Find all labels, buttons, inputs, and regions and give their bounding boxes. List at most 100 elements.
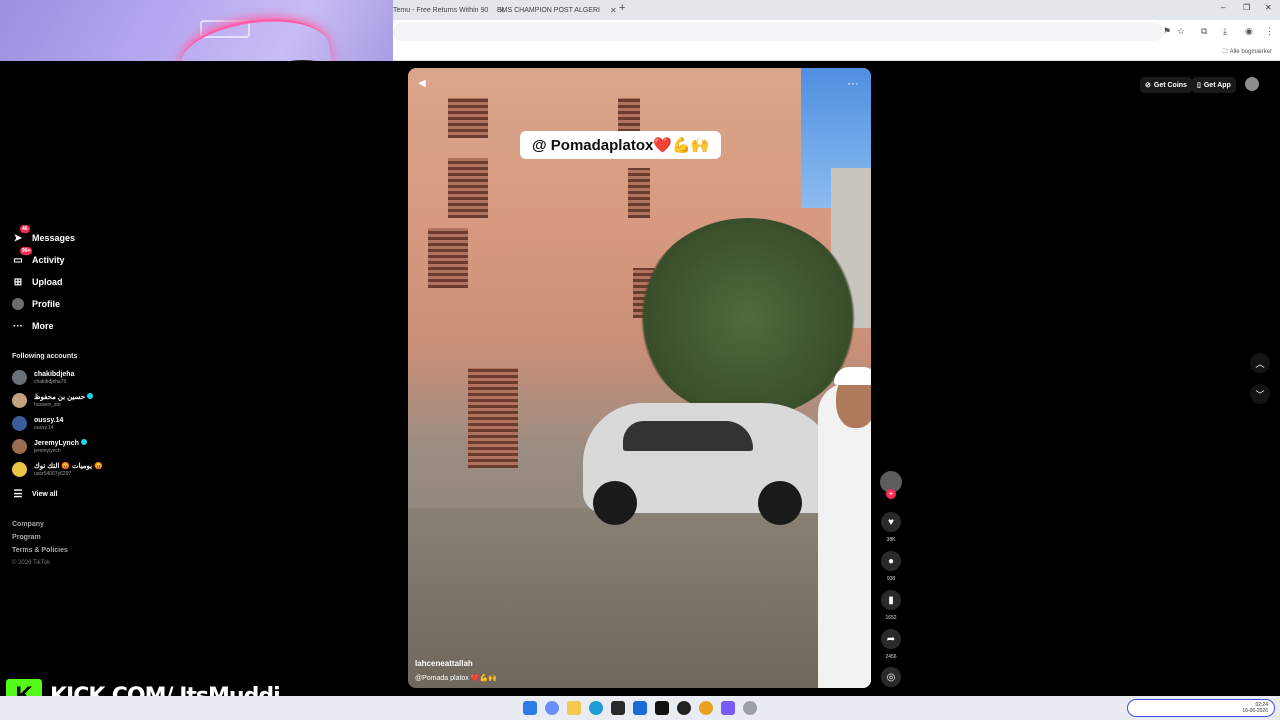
maximize-icon[interactable]: ❐ bbox=[1243, 3, 1250, 12]
account-handle: user54067y6297 bbox=[34, 470, 72, 477]
footer-program[interactable]: Program bbox=[12, 534, 41, 541]
get-coins-button[interactable]: ⊘ Get Coins bbox=[1140, 77, 1192, 93]
system-tray[interactable]: 02:24 16-06-2026 bbox=[1127, 699, 1275, 717]
video-player[interactable]: @ Pomadaplatox❤️💪🙌 ◀ ··· lahceneattallah… bbox=[408, 68, 871, 688]
more-options-icon[interactable]: ··· bbox=[847, 76, 859, 90]
account-name: JeremyLynch bbox=[34, 440, 79, 447]
user-avatar[interactable] bbox=[1245, 77, 1259, 91]
tab-ems[interactable]: EMS CHAMPION POST ALGERI ✕ bbox=[497, 3, 617, 18]
mail-icon[interactable] bbox=[633, 701, 647, 715]
man-cap bbox=[834, 367, 871, 385]
download-icon[interactable]: ⤓ bbox=[1223, 26, 1227, 37]
footer-terms[interactable]: Terms & Policies bbox=[12, 547, 68, 554]
following-account[interactable]: يوميات 😡 التك توك 😡 user54067y6297 bbox=[12, 462, 103, 477]
following-account[interactable]: chakibdjeha chakibdjeha79 bbox=[12, 370, 74, 385]
following-account[interactable]: JeremyLynch jeremylynch bbox=[12, 439, 87, 454]
sidebar-item-label: Activity bbox=[32, 255, 65, 265]
dots-icon: ··· bbox=[13, 320, 23, 332]
messages-badge: 46 bbox=[20, 225, 30, 233]
account-name: يوميات 😡 التك توك 😡 bbox=[34, 462, 103, 470]
browser-toolbar: ⚑ ☆ ⧉ ⤓ ◉ ⋮ bbox=[393, 20, 1280, 44]
chrome-icon[interactable] bbox=[699, 701, 713, 715]
music-disc[interactable]: ◎ bbox=[878, 667, 904, 687]
list-icon: ☰ bbox=[13, 488, 23, 500]
sidebar-item-profile[interactable]: Profile bbox=[12, 298, 60, 310]
previous-video-button[interactable]: ︿ bbox=[1250, 353, 1270, 373]
next-video-button[interactable]: ﹀ bbox=[1250, 384, 1270, 404]
extensions-icon[interactable]: ⧉ bbox=[1201, 26, 1207, 37]
share-count: 2456 bbox=[885, 654, 897, 660]
coin-icon: ⊘ bbox=[1145, 82, 1151, 89]
sidebar-item-activity[interactable]: ▭ 99+ Activity bbox=[12, 247, 65, 266]
following-account[interactable]: حسين بن محفوظ hussein_sm bbox=[12, 393, 94, 408]
sound-icon[interactable]: ◀ bbox=[418, 78, 426, 89]
account-name: حسين بن محفوظ bbox=[34, 394, 86, 401]
sidebar-item-more[interactable]: ··· More bbox=[12, 320, 54, 332]
footer-company[interactable]: Company bbox=[12, 521, 44, 528]
avatar bbox=[12, 370, 27, 385]
building-window bbox=[448, 158, 488, 218]
close-window-icon[interactable]: ✕ bbox=[1265, 3, 1272, 12]
sidebar-item-label: Upload bbox=[32, 277, 63, 287]
save-button[interactable]: ▮ 1652 bbox=[878, 590, 904, 621]
edge-icon[interactable] bbox=[589, 701, 603, 715]
music-disc-icon: ◎ bbox=[881, 667, 901, 687]
follow-plus-icon[interactable]: + bbox=[886, 489, 896, 499]
profile-icon[interactable]: ◉ bbox=[1245, 26, 1253, 37]
discord-icon[interactable] bbox=[721, 701, 735, 715]
avatar-icon bbox=[12, 298, 24, 310]
app-icon[interactable] bbox=[677, 701, 691, 715]
tab-temu[interactable]: Temu - Free Returns Within 90 ✕ bbox=[393, 3, 505, 18]
plus-square-icon: ⊞ bbox=[13, 276, 23, 288]
avatar bbox=[12, 416, 27, 431]
start-icon[interactable] bbox=[523, 701, 537, 715]
sidebar-item-upload[interactable]: ⊞ Upload bbox=[12, 276, 63, 288]
account-handle: chakibdjeha79 bbox=[34, 378, 67, 385]
video-author[interactable]: lahceneattallah bbox=[415, 659, 473, 668]
store-icon[interactable] bbox=[611, 701, 625, 715]
comment-button[interactable]: ● 938 bbox=[878, 551, 904, 582]
creator-avatar[interactable]: + bbox=[878, 471, 904, 499]
file-explorer-icon[interactable] bbox=[567, 701, 581, 715]
settings-icon[interactable] bbox=[743, 701, 757, 715]
trees bbox=[638, 218, 858, 418]
heart-icon: ♥ bbox=[881, 512, 901, 532]
minimize-icon[interactable]: – bbox=[1221, 3, 1225, 12]
star-icon[interactable]: ☆ bbox=[1177, 26, 1185, 37]
copilot-icon[interactable] bbox=[545, 701, 559, 715]
verified-icon bbox=[80, 439, 87, 445]
paper-plane-icon: ➤ 46 bbox=[13, 225, 30, 244]
folder-icon: 🗀 bbox=[1222, 49, 1229, 55]
building-window bbox=[428, 228, 468, 288]
translate-icon[interactable]: ⚑ bbox=[1163, 26, 1171, 37]
account-name: oussy.14 bbox=[34, 416, 64, 424]
new-tab-icon[interactable]: + bbox=[619, 2, 625, 14]
activity-badge: 99+ bbox=[20, 247, 33, 255]
close-tab-icon[interactable]: ✕ bbox=[610, 6, 617, 15]
view-all-link[interactable]: ☰ View all bbox=[12, 488, 58, 500]
tiktok-page: ➤ 46 Messages ▭ 99+ Activity ⊞ Upload Prof… bbox=[0, 61, 1280, 696]
get-app-button[interactable]: ▯ Get App bbox=[1192, 77, 1236, 93]
clock: 02:24 16-06-2026 bbox=[1242, 702, 1268, 714]
view-all-label: View all bbox=[32, 490, 58, 498]
comment-count: 938 bbox=[886, 576, 896, 582]
tab-label: Temu - Free Returns Within 90 bbox=[393, 7, 489, 14]
like-button[interactable]: ♥ 38K bbox=[878, 512, 904, 543]
building-window bbox=[448, 98, 488, 138]
inbox-icon: ▭ 99+ bbox=[13, 247, 33, 266]
menu-icon[interactable]: ⋮ bbox=[1265, 26, 1274, 37]
windows-taskbar: 02:24 16-06-2026 bbox=[0, 696, 1280, 720]
chevron-down-icon: ﹀ bbox=[1255, 389, 1265, 400]
sidebar-item-messages[interactable]: ➤ 46 Messages bbox=[12, 225, 75, 244]
following-accounts-title: Following accounts bbox=[12, 353, 78, 360]
parked-car bbox=[583, 403, 843, 525]
share-button[interactable]: ➦ 2456 bbox=[878, 629, 904, 660]
ground bbox=[408, 508, 871, 688]
x-app-icon[interactable] bbox=[655, 701, 669, 715]
save-count: 1652 bbox=[885, 615, 897, 621]
all-bookmarks-button[interactable]: 🗀 Alle bogmærker bbox=[1222, 47, 1272, 57]
address-bar[interactable] bbox=[393, 23, 1163, 41]
following-account[interactable]: oussy.14 oussy.14 bbox=[12, 416, 63, 431]
account-handle: jeremylynch bbox=[34, 448, 61, 454]
man-in-video bbox=[818, 367, 871, 688]
